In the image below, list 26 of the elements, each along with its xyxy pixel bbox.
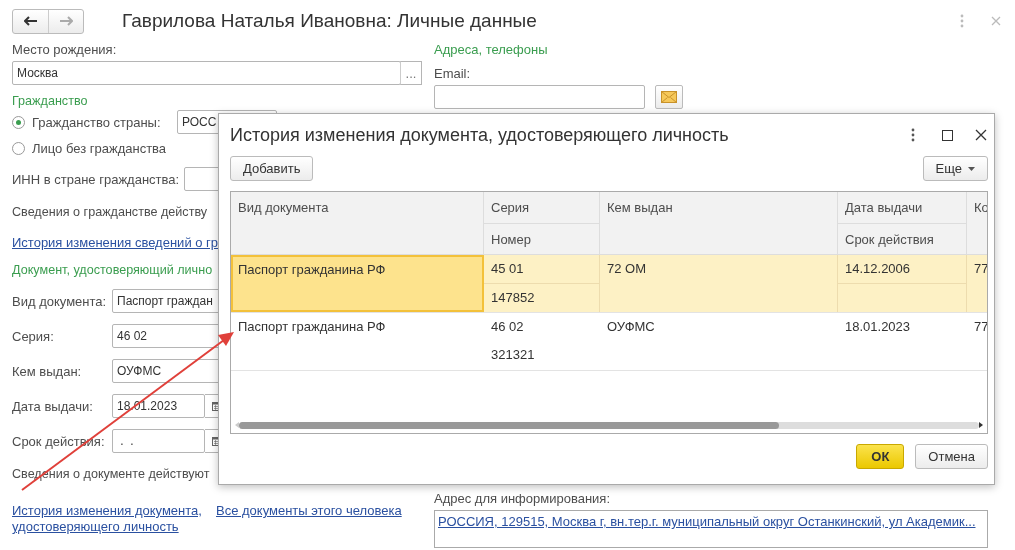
table-cell-text: ОУФМС	[606, 318, 656, 336]
section-heading: Гражданство	[12, 93, 88, 109]
table-cell: 147852	[484, 283, 599, 312]
radio-label: Лицо без гражданства	[32, 140, 168, 156]
table-cell-text: 18.01.2023	[844, 318, 912, 336]
table-cell-text: 14.12.2006	[844, 260, 912, 278]
radio-label: Гражданство страны:	[32, 114, 162, 130]
table-cell-text: Паспорт гражданина РФ	[237, 261, 387, 279]
info-text: Сведения о гражданстве действу	[12, 205, 208, 219]
table-cell-text: 45 01	[490, 260, 525, 278]
field-label: ИНН в стране гражданства:	[12, 171, 180, 187]
field-label: Email:	[434, 66, 472, 82]
table-cell-text: 77	[973, 260, 987, 278]
section-heading: Адреса, телефоны	[434, 42, 549, 58]
table-cell-text: 321321	[490, 346, 536, 364]
field-label: Серия:	[12, 328, 55, 344]
window-title: Гаврилова Наталья Ивановна: Личные данные	[122, 10, 538, 32]
table-cell-text: 77	[973, 318, 987, 336]
field-label: Адрес для информирования:	[434, 491, 611, 507]
field-label: Вид документа:	[12, 293, 108, 309]
field-label: Дата выдачи:	[12, 398, 94, 414]
field-label: Кем выдан:	[12, 363, 83, 379]
section-heading: Документ, удостоверяющий лично	[12, 262, 213, 278]
field-label: Место рождения:	[12, 42, 118, 58]
table-cell-text: 72 ОМ	[606, 260, 647, 278]
table-cell-text: 46 02	[490, 318, 525, 336]
